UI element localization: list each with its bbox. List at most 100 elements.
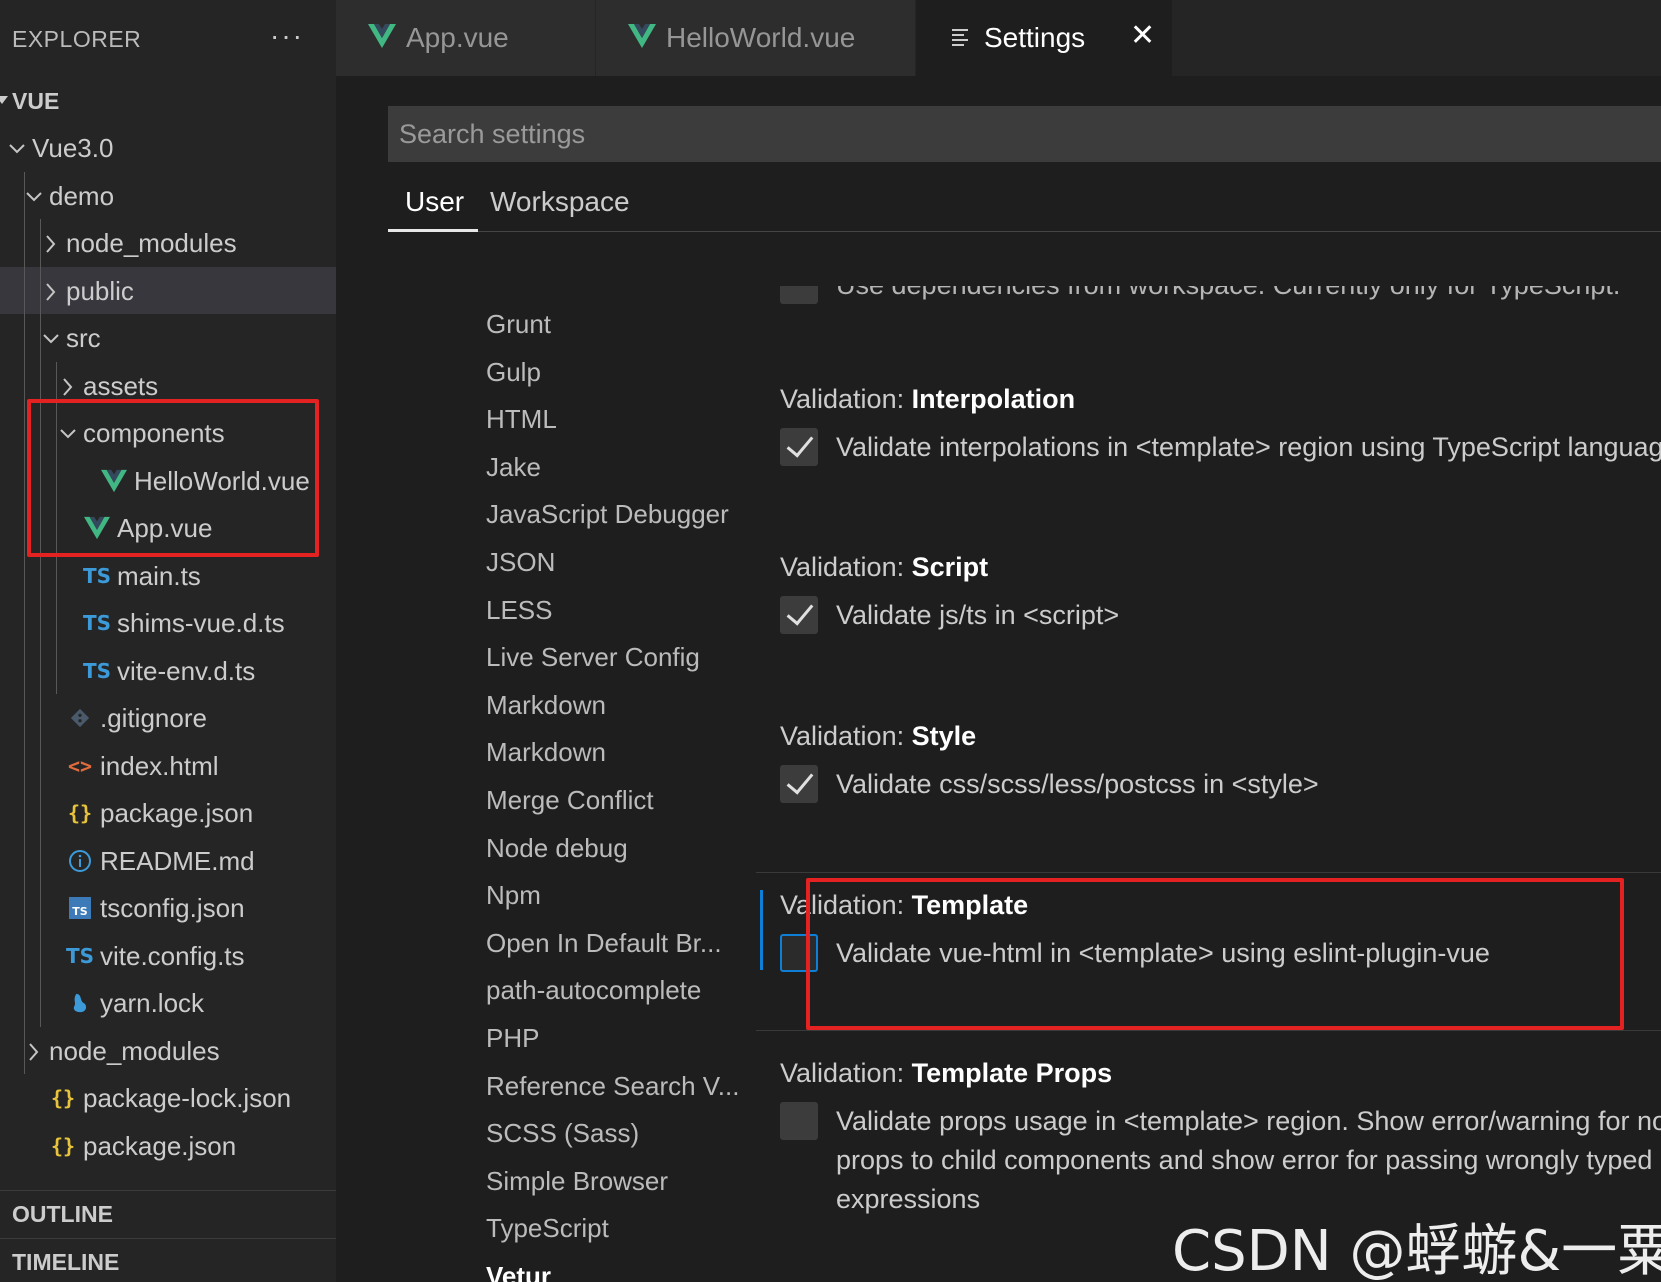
toc-item[interactable]: PHP <box>486 1020 539 1056</box>
search-input[interactable] <box>389 107 1661 161</box>
tree-item[interactable]: public <box>0 266 336 314</box>
vue-icon <box>83 512 111 544</box>
tree-item[interactable]: TS shims-vue.d.ts <box>0 599 336 647</box>
tree-item-label: tsconfig.json <box>100 893 245 923</box>
setting-category: Validation: <box>780 552 912 582</box>
tab-app-vue[interactable]: App.vue <box>336 0 595 76</box>
toc-item[interactable]: JavaScript Debugger <box>486 496 729 532</box>
explorer-sidebar: EXPLORER ··· VUE Vue3.0 demo node_modules p… <box>0 0 336 1282</box>
tree-item-label: package-lock.json <box>83 1083 292 1113</box>
toc-item[interactable]: Live Server Config <box>486 639 700 675</box>
setting-checkbox[interactable] <box>780 934 818 972</box>
tree-item[interactable]: {} package-lock.json <box>0 1074 336 1122</box>
section-vue[interactable]: VUE <box>0 78 336 124</box>
typescript-icon: TS <box>83 658 112 683</box>
toc-item[interactable]: Jake <box>486 449 541 485</box>
yarn-icon <box>66 987 94 1019</box>
tree-item[interactable]: <> index.html <box>0 742 336 790</box>
tab-workspace[interactable]: Workspace <box>490 186 630 218</box>
tree-item[interactable]: TS tsconfig.json <box>0 884 336 932</box>
section-outline[interactable]: OUTLINE <box>0 1190 336 1236</box>
tree-item-label: node_modules <box>66 228 237 258</box>
indent-guide <box>24 171 25 1074</box>
toc-item[interactable]: Markdown <box>486 734 606 770</box>
setting-description: Validate js/ts in <script> <box>836 600 1120 630</box>
tree-item[interactable]: demo <box>0 172 336 220</box>
vue-icon <box>628 24 656 48</box>
tree-item[interactable]: node_modules <box>0 1027 336 1075</box>
tree-item[interactable]: Vue3.0 <box>0 124 336 172</box>
setting-title: Validation: Interpolation <box>780 384 1075 415</box>
chevron-right-icon <box>59 374 75 398</box>
tree-item-label: components <box>83 418 225 448</box>
setting-checkbox[interactable] <box>780 428 818 466</box>
toc-item[interactable]: JSON <box>486 544 555 580</box>
tree-item[interactable]: src <box>0 314 336 362</box>
chevron-down-icon <box>25 184 42 208</box>
toc-item[interactable]: HTML <box>486 401 557 437</box>
setting-name: Style <box>911 721 977 751</box>
tree-item-label: Vue3.0 <box>32 133 114 163</box>
tab-label: App.vue <box>406 22 509 53</box>
chevron-right-icon <box>25 1039 41 1063</box>
toc-item[interactable]: Markdown <box>486 687 606 723</box>
setting-checkbox[interactable] <box>780 286 818 304</box>
html-icon: <> <box>67 753 93 778</box>
tree-item[interactable]: TS main.ts <box>0 552 336 600</box>
setting-description: Validate vue-html in <template> using es… <box>836 938 1490 968</box>
tree-item[interactable]: components <box>0 409 336 457</box>
setting-checkbox[interactable] <box>780 596 818 634</box>
settings-toc: Grunt Gulp HTML Jake JavaScript Debugger JSON… <box>336 286 756 1282</box>
toc-item[interactable]: path-autocomplete <box>486 972 701 1008</box>
setting-checkbox[interactable] <box>780 765 818 803</box>
more-actions-icon[interactable]: ··· <box>270 20 304 52</box>
typescript-icon: TS <box>83 611 112 635</box>
tree-item[interactable]: {} package.json <box>0 1122 336 1170</box>
file-tree: Vue3.0 demo node_modules public src assets com… <box>0 124 336 1188</box>
section-timeline[interactable]: TIMELINE <box>0 1238 336 1282</box>
tree-item[interactable]: App.vue <box>0 504 336 552</box>
toc-item[interactable]: Grunt <box>486 306 551 342</box>
toc-item[interactable]: Npm <box>486 877 541 913</box>
setting-name: Script <box>911 552 989 582</box>
tree-item[interactable]: yarn.lock <box>0 979 336 1027</box>
setting-description: Validate css/scss/less/postcss in <style… <box>836 769 1319 799</box>
toc-item[interactable]: Vetur <box>486 1258 551 1282</box>
tab-user[interactable]: User <box>405 186 464 218</box>
tree-item[interactable]: TS vite.config.ts <box>0 932 336 980</box>
tree-item[interactable]: README.md <box>0 837 336 885</box>
toc-item[interactable]: SCSS (Sass) <box>486 1115 639 1151</box>
toc-item[interactable]: LESS <box>486 592 553 628</box>
toc-item[interactable]: Node debug <box>486 830 628 866</box>
active-tab-underline <box>388 229 478 232</box>
toc-item[interactable]: Gulp <box>486 354 541 390</box>
setting-checkbox[interactable] <box>780 1102 818 1140</box>
tree-item[interactable]: TS vite-env.d.ts <box>0 647 336 695</box>
toc-item[interactable]: Reference Search V... <box>486 1068 739 1104</box>
chevron-down-icon <box>8 136 25 160</box>
close-icon[interactable]: ✕ <box>1130 18 1155 53</box>
scope-tabs: User Workspace <box>388 176 1661 232</box>
toc-item[interactable]: Open In Default Br... <box>486 925 722 961</box>
tree-item[interactable]: .gitignore <box>0 694 336 742</box>
toc-item[interactable]: Merge Conflict <box>486 782 654 818</box>
toc-item[interactable]: Simple Browser <box>486 1163 668 1199</box>
explorer-header: EXPLORER ··· <box>0 0 336 78</box>
tree-item[interactable]: {} package.json <box>0 789 336 837</box>
setting-category: Validation: <box>780 384 912 414</box>
tree-item-label: demo <box>49 180 115 211</box>
tree-item-label: .gitignore <box>100 703 207 733</box>
toc-item[interactable]: TypeScript <box>486 1210 609 1246</box>
json-icon: {} <box>50 1086 76 1110</box>
tab-helloworld-vue[interactable]: HelloWorld.vue <box>596 0 915 76</box>
tsconfig-icon: TS <box>66 892 94 924</box>
tree-item[interactable]: HelloWorld.vue <box>0 457 336 505</box>
search-settings[interactable] <box>388 106 1661 162</box>
tree-item[interactable]: node_modules <box>0 219 336 267</box>
setting-title: Validation: Template <box>780 890 1028 921</box>
tab-settings[interactable]: Settings ✕ <box>916 0 1172 76</box>
setting-description: Use dependencies from workspace. Current… <box>836 286 1620 304</box>
tree-item-label: vite.config.ts <box>100 940 245 971</box>
tree-item[interactable]: assets <box>0 362 336 410</box>
git-icon <box>66 702 94 734</box>
